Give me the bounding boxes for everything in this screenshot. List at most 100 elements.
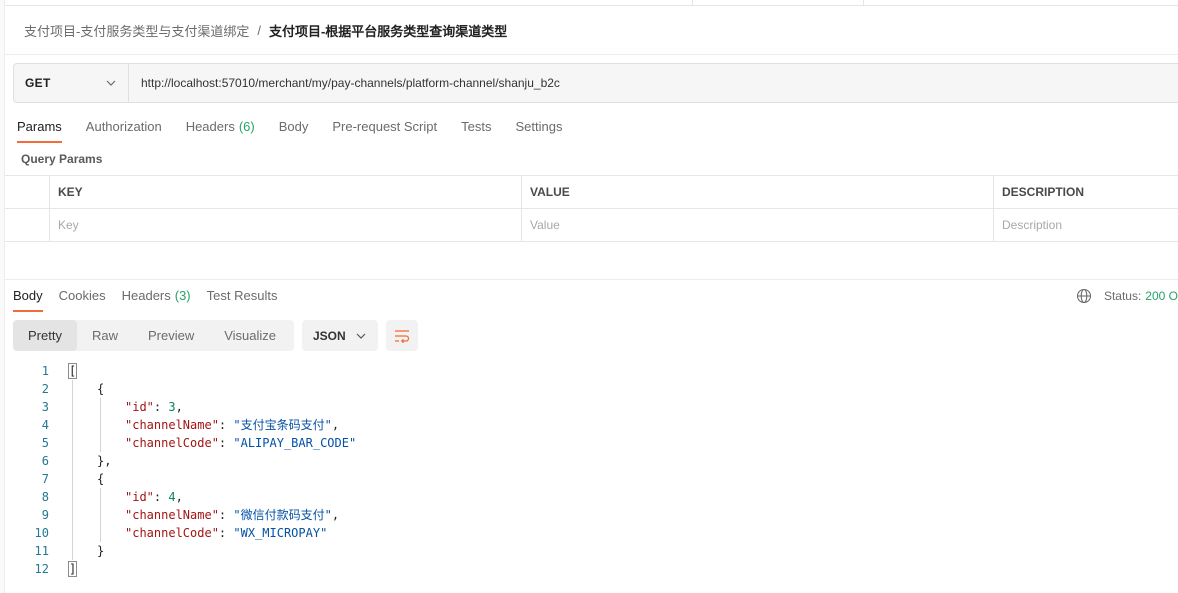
json-bracket: { [97,382,105,396]
breadcrumb: 支付项目-支付服务类型与支付渠道绑定 / 支付项目-根据平台服务类型查询渠道类型 [24,21,507,40]
tab-settings[interactable]: Settings [515,112,562,142]
response-tab-cookies[interactable]: Cookies [59,281,106,311]
json-key: "channelName" [125,508,219,522]
code-content: "id": 3, [49,398,183,416]
response-tab-count-badge: (3) [174,288,191,303]
json-number-value: 4 [168,490,176,504]
response-tab-label: Body [13,288,43,303]
breadcrumb-separator: / [257,22,261,38]
chevron-down-icon [356,333,366,339]
json-string-value: "微信付款码支付" [233,508,332,522]
format-select[interactable]: JSON [302,320,378,351]
indent-guide [72,452,73,470]
json-key: "id" [125,400,154,414]
query-params-table: KEY VALUE DESCRIPTION Key Value Descript… [5,175,1178,242]
code-content: "channelName": "支付宝条码支付", [49,416,339,434]
query-params-title: Query Params [21,152,103,166]
code-line: 11} [13,542,356,560]
indent-guide [72,434,73,452]
json-key: "channelName" [125,418,219,432]
tab-body[interactable]: Body [279,112,309,142]
indent-guide [100,416,101,434]
tab-label: Settings [515,119,563,134]
tab-authorization[interactable]: Authorization [86,112,162,142]
pane-splitter[interactable] [5,279,1178,280]
response-tab-body[interactable]: Body [13,281,43,312]
line-number: 7 [41,472,49,486]
code-line: 2{ [13,380,356,398]
code-content: }, [49,452,111,470]
json-key: "channelCode" [125,436,219,450]
response-tab-headers[interactable]: Headers (3) [122,281,191,311]
response-view-modes: Pretty Raw Preview Visualize [13,320,294,351]
json-string-value: "ALIPAY_BAR_CODE" [233,436,357,450]
code-line: 3 "id": 3, [13,398,356,416]
window-top-strip [0,0,1178,6]
wrap-lines-button[interactable] [386,320,418,351]
code-content: "channelCode": "WX_MICROPAY" [49,524,327,542]
line-number: 10 [34,526,49,540]
globe-icon[interactable] [1076,288,1092,304]
code-line: 4 "channelName": "支付宝条码支付", [13,416,356,434]
view-mode-pretty[interactable]: Pretty [13,320,77,351]
tab-count-badge: (6) [238,119,255,134]
response-tabs: Body Cookies Headers (3) Test Results [13,281,293,312]
breadcrumb-parent[interactable]: 支付项目-支付服务类型与支付渠道绑定 [24,21,249,40]
indent-guide [72,488,73,506]
view-mode-visualize[interactable]: Visualize [209,320,291,351]
wrap-lines-icon [395,329,410,343]
response-tab-test-results[interactable]: Test Results [207,281,278,311]
code-line: 8 "id": 4, [13,488,356,506]
line-number: 8 [41,490,49,504]
line-number: 12 [34,562,49,576]
tab-label: Pre-request Script [332,119,438,134]
params-input-row: Key Value Description [5,209,1178,242]
method-select[interactable]: GET [14,64,129,102]
code-line: 6}, [13,452,356,470]
tab-params[interactable]: Params [17,112,62,143]
view-mode-raw[interactable]: Raw [77,320,133,351]
line-number: 2 [41,382,49,396]
json-key: "channelCode" [125,526,219,540]
request-url-bar: GET http://localhost:57010/merchant/my/p… [13,63,1178,103]
param-key-input[interactable]: Key [50,209,522,241]
tab-label: Tests [461,119,492,134]
param-description-input[interactable]: Description [994,209,1178,241]
code-content: { [49,470,104,488]
json-punctuation: : [218,418,234,432]
tab-pre-request-script[interactable]: Pre-request Script [332,112,437,142]
indent-guide [100,524,101,542]
json-comma: , [175,400,183,414]
code-line: 9 "channelName": "微信付款码支付", [13,506,356,524]
line-number: 11 [34,544,49,558]
column-header-key: KEY [50,176,522,208]
code-content: { [49,380,104,398]
json-string-value: "WX_MICROPAY" [233,526,328,540]
json-comma: , [175,490,183,504]
url-input[interactable]: http://localhost:57010/merchant/my/pay-c… [129,64,1178,102]
param-value-input[interactable]: Value [522,209,994,241]
json-punctuation: : [153,400,169,414]
json-punctuation: : [218,508,234,522]
line-number: 6 [41,454,49,468]
top-divider [0,5,1178,6]
tab-label: Headers [185,119,235,134]
status-code[interactable]: 200 O [1145,289,1178,303]
line-number: 3 [41,400,49,414]
indent-guide [72,470,73,488]
code-content: } [49,542,104,560]
line-number: 4 [41,418,49,432]
json-punctuation: : [218,526,234,540]
response-tab-label: Test Results [206,288,278,303]
view-mode-preview[interactable]: Preview [133,320,209,351]
json-bracket: { [97,472,105,486]
response-body[interactable]: 1[2{3 "id": 3, 4 "channelName": "支付宝条码支付", 5… [13,362,356,578]
indent-guide [100,434,101,452]
tab-headers[interactable]: Headers (6) [186,112,255,142]
line-number: 5 [41,436,49,450]
json-bracket: } [97,544,105,558]
indent-guide [72,380,73,398]
json-bracket: [ [67,363,78,379]
status-label: Status: [1103,289,1142,303]
tab-tests[interactable]: Tests [461,112,491,142]
